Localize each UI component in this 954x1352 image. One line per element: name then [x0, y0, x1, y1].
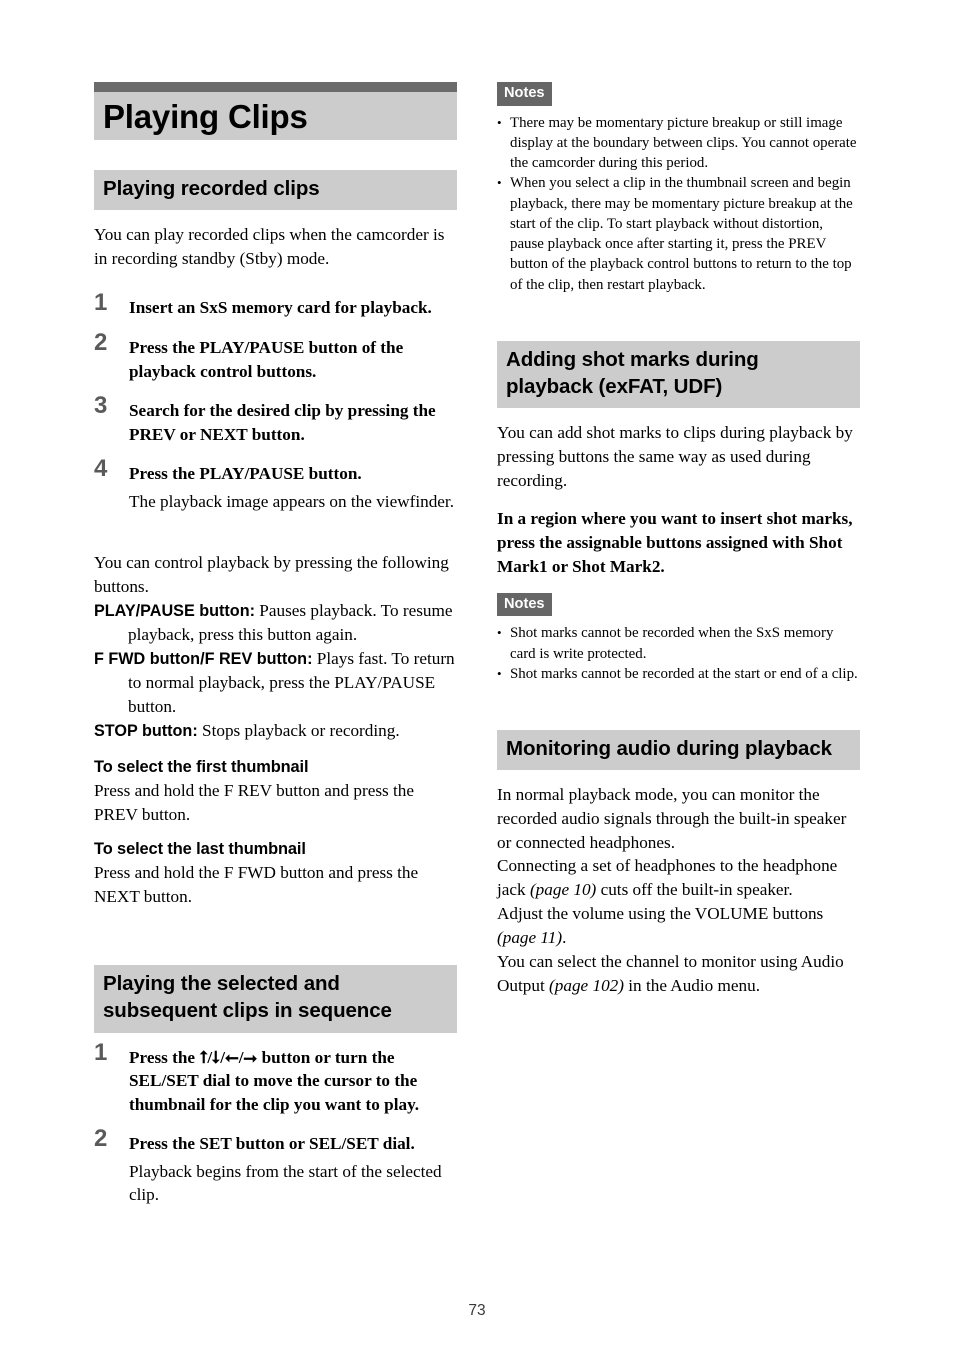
page-title: Playing Clips	[103, 97, 308, 135]
step-number: 3	[94, 392, 108, 420]
subhead-last-thumbnail-body: Press and hold the F FWD button and pres…	[94, 863, 419, 907]
section-heading-label: Monitoring audio during playback	[506, 737, 832, 761]
section-heading-monitoring-audio: Monitoring audio during playback	[497, 730, 860, 770]
left-column: Playing Clips Playing recorded clips You…	[94, 82, 457, 1223]
note-item: Shot marks cannot be recorded when the S…	[497, 623, 860, 664]
subhead-first-thumbnail: To select the first thumbnail	[94, 757, 309, 776]
step-item: 1 Press the ⭡/⭣/⭠/⭢ button or turn the S…	[94, 1040, 457, 1117]
step-title: Press the SET button or SEL/SET dial.	[129, 1134, 415, 1154]
chapter-title-block: Playing Clips	[94, 82, 457, 140]
section3-instruction: In a region where you want to insert sho…	[497, 508, 853, 576]
section4-para4: You can select the channel to monitor us…	[497, 950, 860, 998]
page-reference: (page 10)	[529, 880, 597, 900]
note-item: When you select a clip in the thumbnail …	[497, 173, 860, 295]
section-heading-playing-selected-clips: Playing the selected and subsequent clip…	[94, 965, 457, 1033]
section4-para3-b: .	[562, 928, 567, 948]
step-title: Press the ⭡/⭣/⭠/⭢ button or turn the SEL…	[129, 1047, 420, 1114]
section4-para2-b: cuts off the built-in speaker.	[596, 880, 793, 900]
notes-list: Shot marks cannot be recorded when the S…	[497, 623, 860, 684]
step-item: 1 Insert an SxS memory card for playback…	[94, 291, 457, 320]
control-term: STOP button:	[94, 721, 198, 740]
section-heading-adding-shot-marks: Adding shot marks during playback (exFAT…	[497, 340, 860, 409]
step-title: Press the PLAY/PAUSE button of the playb…	[129, 338, 404, 381]
control-definition: F FWD button/F REV button: Plays fast. T…	[94, 647, 457, 719]
control-term: F FWD button/F REV button:	[94, 650, 313, 669]
notes-badge: Notes	[497, 592, 552, 617]
section4-para3-a: Adjust the volume using the VOLUME butto…	[497, 904, 824, 924]
step-item: 4 Press the PLAY/PAUSE button. The playb…	[94, 457, 457, 513]
step-detail: Playback begins from the start of the se…	[129, 1161, 442, 1205]
step-title: Search for the desired clip by pressing …	[129, 401, 436, 444]
notes-list: There may be momentary picture breakup o…	[497, 113, 860, 295]
step-title: Insert an SxS memory card for playback.	[129, 298, 432, 318]
section3-intro: You can add shot marks to clips during p…	[497, 423, 853, 491]
right-column: Notes There may be momentary picture bre…	[497, 82, 860, 998]
step-number: 1	[94, 289, 108, 317]
section-heading-label: Playing recorded clips	[103, 177, 320, 200]
page-reference: (page 102)	[549, 975, 624, 995]
notes-badge: Notes	[497, 82, 552, 106]
button-control-list: PLAY/PAUSE button: Pauses playback. To r…	[94, 599, 457, 742]
step-number: 1	[94, 1038, 108, 1066]
section4-para4-b: in the Audio menu.	[623, 975, 761, 995]
step-item: 2 Press the SET button or SEL/SET dial. …	[94, 1127, 457, 1207]
chapter-title-band: Playing Clips	[94, 92, 457, 140]
page-number: 73	[468, 1302, 486, 1319]
control-intro: You can control playback by pressing the…	[94, 553, 449, 597]
step-item: 2 Press the PLAY/PAUSE button of the pla…	[94, 331, 457, 383]
section-heading-label: Playing the selected and subsequent clip…	[103, 972, 392, 1022]
step-number: 4	[94, 455, 108, 483]
control-description: Stops playback or recording.	[197, 720, 400, 740]
control-definition: STOP button: Stops playback or recording…	[94, 719, 457, 743]
section-heading-playing-recorded-clips: Playing recorded clips	[94, 170, 457, 210]
note-item: Shot marks cannot be recorded at the sta…	[497, 664, 860, 684]
page-reference: (page 11)	[497, 928, 563, 948]
section4-para2: Connecting a set of headphones to the he…	[497, 854, 860, 902]
chapter-top-rule	[94, 82, 457, 92]
step-title: Press the PLAY/PAUSE button.	[129, 464, 362, 484]
step-number: 2	[94, 1125, 108, 1153]
manual-page: Playing Clips Playing recorded clips You…	[0, 0, 954, 1352]
subhead-last-thumbnail: To select the last thumbnail	[94, 840, 306, 859]
section4-para3: Adjust the volume using the VOLUME butto…	[497, 902, 860, 950]
section-heading-label: Adding shot marks during playback (exFAT…	[506, 347, 759, 398]
note-item: There may be momentary picture breakup o…	[497, 113, 860, 174]
section4-para1: In normal playback mode, you can monitor…	[497, 784, 847, 852]
step-detail: The playback image appears on the viewfi…	[129, 491, 455, 511]
step-number: 2	[94, 329, 108, 357]
step-item: 3 Search for the desired clip by pressin…	[94, 394, 457, 446]
section1-intro: You can play recorded clips when the cam…	[94, 224, 445, 268]
control-definition: PLAY/PAUSE button: Pauses playback. To r…	[94, 599, 457, 647]
control-term: PLAY/PAUSE button:	[94, 602, 255, 621]
subhead-first-thumbnail-body: Press and hold the F REV button and pres…	[94, 780, 415, 824]
